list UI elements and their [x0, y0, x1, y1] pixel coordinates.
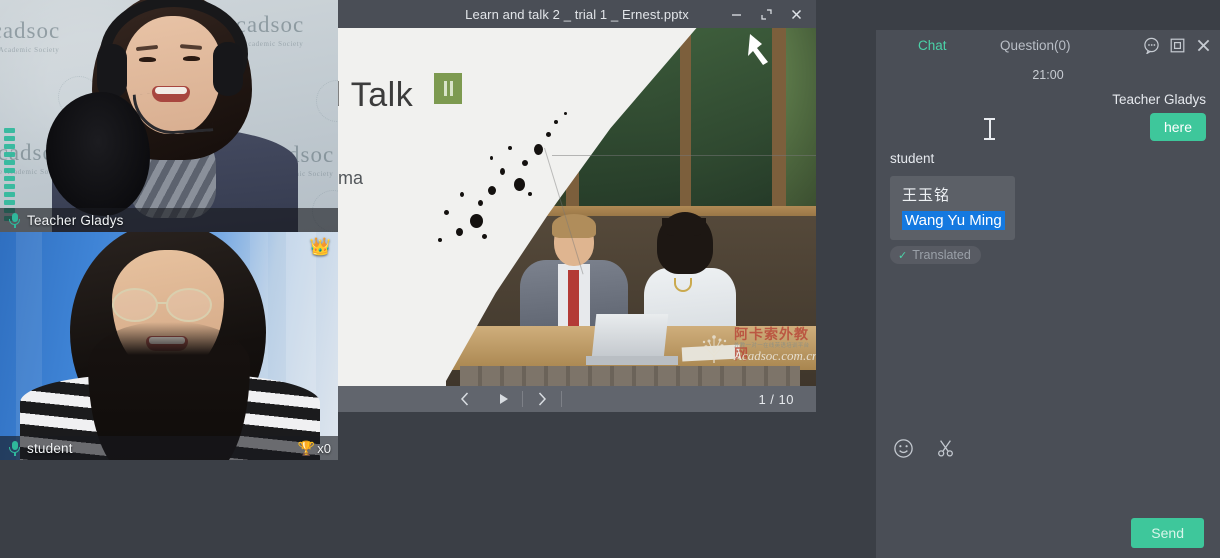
- app-root: AcadsocOnline Academic Society AcadsocOn…: [0, 0, 1220, 558]
- acadsoc-watermark: 阿卡索外教网 外教一对一在线英语培训平台 Acadsoc.com.cn: [694, 324, 812, 366]
- message-text-en-selected[interactable]: Wang Yu Ming: [902, 211, 1005, 230]
- teacher-earcup: [97, 44, 127, 98]
- trophy-count-label: x0: [317, 441, 331, 456]
- window-title-bar[interactable]: Learn and talk 2 _ trial 1 _ Ernest.pptx: [338, 0, 816, 28]
- translated-label: Translated: [912, 248, 971, 262]
- slide-nav-group: [446, 386, 562, 412]
- close-button[interactable]: [782, 1, 810, 27]
- slide-page-indicator: 1 / 10: [758, 392, 794, 407]
- student-name-bar: student 🏆 x0: [0, 436, 338, 460]
- send-button-wrap: Send: [1131, 518, 1204, 548]
- message-sender-label: Teacher Gladys: [890, 92, 1206, 107]
- window-controls: [722, 0, 810, 28]
- message-student: student 王玉铭 Wang Yu Ming ✓ Translated: [890, 151, 1206, 264]
- send-button[interactable]: Send: [1131, 518, 1204, 548]
- slide-subtitle: nema: [338, 168, 363, 189]
- microphone-icon: [8, 441, 21, 456]
- video-column: AcadsocOnline Academic Society AcadsocOn…: [0, 0, 338, 460]
- teacher-name-bar: Teacher Gladys: [0, 208, 338, 232]
- chat-message-list[interactable]: 21:00 Teacher Gladys here student 王玉铭 Wa…: [876, 64, 1220, 420]
- next-slide-button[interactable]: [523, 386, 561, 412]
- chat-header: Chat Question(0): [876, 30, 1220, 64]
- photo-man-tie: [568, 270, 579, 326]
- trophy-icon: 🏆: [298, 441, 315, 455]
- chat-header-icons: [1142, 36, 1212, 54]
- tree-logo-icon: [696, 326, 732, 364]
- presentation-window: Learn and talk 2 _ trial 1 _ Ernest.pptx: [338, 0, 816, 412]
- photo-table-base: [460, 366, 800, 386]
- control-divider: [561, 391, 562, 407]
- speech-bubble-icon[interactable]: [1142, 36, 1160, 54]
- slide-canvas[interactable]: d Talk nema 阿卡索外教网 外教一对一在线英语培训平台 Acadsoc…: [338, 28, 816, 386]
- message-bubble[interactable]: here: [1150, 113, 1206, 141]
- minimize-button[interactable]: [722, 1, 750, 27]
- chat-toolbar: [876, 430, 1220, 466]
- desktop-background-strip: [0, 460, 876, 558]
- photo-woman-fringe: [662, 218, 706, 236]
- backdrop-brand-1: AcadsocOnline Academic Society: [0, 18, 60, 54]
- maximize-button[interactable]: [752, 1, 780, 27]
- photo-laptop-base: [586, 356, 678, 365]
- student-glasses-bridge: [157, 302, 167, 304]
- restore-window-icon[interactable]: [1168, 36, 1186, 54]
- tab-question[interactable]: Question(0): [994, 38, 1077, 53]
- slide-title: d Talk: [338, 76, 413, 115]
- scissors-icon[interactable]: [934, 437, 956, 459]
- photo-laptop: [592, 314, 669, 358]
- message-bubble[interactable]: 王玉铭 Wang Yu Ming: [890, 176, 1015, 240]
- microphone-icon: [8, 213, 21, 228]
- pause-icon[interactable]: [434, 73, 462, 104]
- prev-slide-button[interactable]: [446, 386, 484, 412]
- student-name-label: student: [27, 441, 73, 456]
- photo-man-hair: [552, 214, 596, 238]
- message-text-cn: 王玉铭: [902, 184, 1005, 205]
- text-cursor-icon: [984, 118, 995, 140]
- message-timestamp: 21:00: [890, 68, 1206, 82]
- trophy-counter: 🏆 x0: [298, 441, 331, 456]
- student-video-tile[interactable]: 👑 student 🏆 x0: [0, 232, 338, 460]
- student-glasses-lens: [166, 288, 212, 322]
- close-icon[interactable]: [1194, 36, 1212, 54]
- chat-panel: Chat Question(0): [876, 30, 1220, 558]
- teacher-earcup: [213, 42, 243, 96]
- watermark-url: Acadsoc.com.cn: [734, 348, 816, 364]
- play-button[interactable]: [484, 386, 522, 412]
- translated-badge: ✓ Translated: [890, 246, 981, 264]
- teacher-video-tile[interactable]: AcadsocOnline Academic Society AcadsocOn…: [0, 0, 338, 232]
- tab-chat[interactable]: Chat: [912, 38, 953, 53]
- teacher-name-label: Teacher Gladys: [27, 213, 124, 228]
- slide-controls-bar: 1 / 10: [338, 386, 816, 412]
- message-sender-label: student: [890, 151, 1206, 166]
- message-teacher: Teacher Gladys here: [890, 92, 1206, 141]
- crown-icon: 👑: [310, 238, 331, 255]
- student-glasses-lens: [112, 288, 158, 322]
- window-title-label: Learn and talk 2 _ trial 1 _ Ernest.pptx: [465, 7, 689, 22]
- check-icon: ✓: [898, 249, 907, 262]
- emoji-icon[interactable]: [892, 437, 914, 459]
